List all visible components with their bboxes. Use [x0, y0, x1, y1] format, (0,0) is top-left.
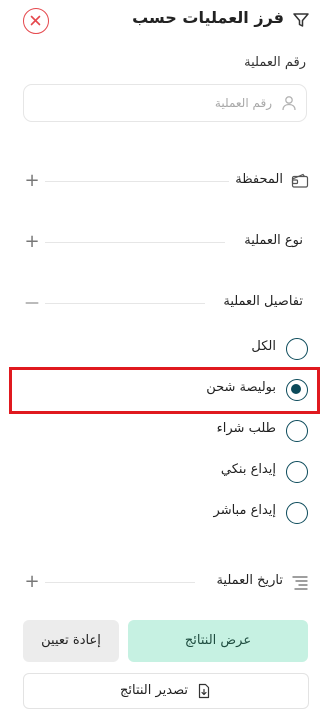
radio-option-direct-deposit[interactable]: إيداع مباشر [168, 500, 308, 526]
section-operation-date-label: تاريخ العملية [216, 573, 283, 588]
section-divider [45, 582, 195, 583]
file-download-icon [198, 683, 210, 699]
radio-label: الكل [251, 339, 276, 354]
radio-option-purchase-order[interactable]: طلب شراء [168, 418, 308, 444]
wallet-icon [291, 173, 309, 188]
expand-toggle[interactable]: + [23, 230, 41, 254]
radio-button-selected[interactable] [286, 379, 308, 401]
reset-button[interactable]: إعادة تعيين [23, 620, 119, 662]
expand-toggle[interactable]: + [23, 570, 41, 594]
section-portfolio[interactable]: المحفظة + [23, 169, 309, 193]
close-button[interactable] [23, 8, 49, 34]
radio-button[interactable] [286, 502, 308, 524]
radio-button[interactable] [286, 338, 308, 360]
radio-label: طلب شراء [216, 421, 276, 436]
page-title: فرز العمليات حسب [132, 8, 284, 27]
radio-option-bank-deposit[interactable]: إيداع بنكي [168, 459, 308, 485]
radio-option-all[interactable]: الكل [168, 336, 308, 362]
export-results-button[interactable]: تصدير النتائج [23, 673, 309, 709]
operation-number-field-container [23, 84, 307, 122]
section-portfolio-label: المحفظة [235, 172, 283, 187]
sort-lines-icon [292, 576, 308, 590]
close-icon [30, 15, 41, 26]
operation-number-label: رقم العملية [244, 55, 306, 70]
filter-icon [293, 13, 309, 27]
section-divider [45, 303, 205, 304]
export-results-label: تصدير النتائج [119, 683, 189, 698]
section-operation-date[interactable]: تاريخ العملية + [23, 570, 309, 594]
radio-label: إيداع مباشر [213, 503, 276, 518]
radio-label: بوليصة شحن [206, 380, 276, 395]
person-icon [282, 96, 296, 111]
show-results-button[interactable]: عرض النتائج [128, 620, 308, 662]
section-operation-type-label: نوع العملية [244, 233, 303, 248]
radio-option-bill-of-lading[interactable]: بوليصة شحن [168, 377, 308, 403]
section-operation-type[interactable]: نوع العملية + [23, 230, 309, 254]
expand-toggle[interactable]: + [23, 169, 41, 193]
section-operation-details[interactable]: تفاصيل العملية — [23, 291, 309, 315]
radio-label: إيداع بنكي [220, 462, 276, 477]
radio-button[interactable] [286, 461, 308, 483]
section-divider [45, 181, 229, 182]
radio-button[interactable] [286, 420, 308, 442]
section-divider [45, 242, 225, 243]
operation-number-input[interactable] [42, 85, 272, 121]
collapse-toggle[interactable]: — [23, 291, 41, 315]
radio-selected-dot [291, 384, 302, 395]
section-operation-details-label: تفاصيل العملية [223, 294, 303, 309]
